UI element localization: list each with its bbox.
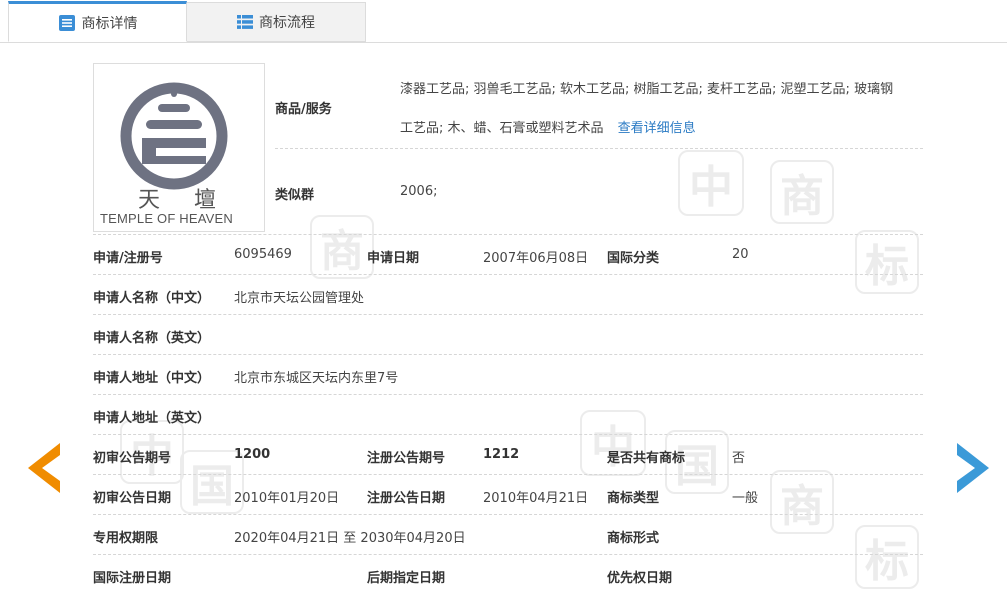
- validity-label: 专用权期限: [93, 531, 159, 546]
- shared-value: 否: [732, 451, 746, 466]
- watermark-char: 中: [678, 150, 744, 216]
- trademark-image: 天 壇 TEMPLE OF HEAVEN: [93, 63, 265, 232]
- divider: [93, 474, 923, 475]
- prelim-date-label: 初审公告日期: [93, 491, 172, 506]
- watermark-char: 商: [770, 470, 834, 534]
- prelim-issue-value: 1200: [234, 447, 271, 462]
- reg-date-label: 注册公告日期: [367, 491, 446, 506]
- intl-reg-date-label: 国际注册日期: [93, 571, 172, 586]
- logo-text: TEMPLE OF HEAVEN: [100, 211, 233, 226]
- goods-line-2: 工艺品; 木、蜡、石膏或塑料艺术品 查看详细信息: [400, 117, 696, 136]
- divider: [93, 274, 923, 275]
- divider: [275, 148, 923, 149]
- applicant-cn-value: 北京市天坛公园管理处: [234, 291, 365, 306]
- watermark-char: 中: [580, 410, 646, 476]
- intl-class-label: 国际分类: [607, 251, 660, 266]
- validity-value: 2020年04月21日 至 2030年04月20日: [234, 531, 466, 546]
- grid-list-icon: [237, 14, 253, 30]
- divider: [93, 514, 923, 515]
- watermark-char: 标: [855, 230, 919, 294]
- prelim-date-value: 2010年01月20日: [234, 491, 340, 506]
- reg-no-label: 申请/注册号: [93, 251, 163, 266]
- address-cn-value: 北京市东城区天坛内东里7号: [234, 371, 399, 386]
- priority-date-label: 优先权日期: [607, 571, 673, 586]
- temple-of-heaven-logo-icon: [120, 82, 228, 190]
- logo-char-2: 壇: [194, 188, 217, 213]
- divider: [93, 554, 923, 555]
- reg-issue-label: 注册公告期号: [367, 451, 446, 466]
- next-arrow-button[interactable]: [955, 443, 989, 497]
- intl-class-value: 20: [732, 247, 749, 262]
- similar-group-value: 2006;: [400, 184, 438, 199]
- apply-date-label: 申请日期: [367, 251, 420, 266]
- chevron-left-icon: [28, 443, 60, 493]
- applicant-cn-label: 申请人名称（中文）: [93, 291, 211, 306]
- view-details-link[interactable]: 查看详细信息: [618, 121, 696, 136]
- tab-label: 商标详情: [81, 15, 138, 32]
- applicant-en-label: 申请人名称（英文）: [93, 331, 211, 346]
- divider: [93, 314, 923, 315]
- mark-type-value: 一般: [732, 491, 759, 506]
- list-icon: [58, 14, 76, 32]
- reg-no-value: 6095469: [234, 247, 292, 262]
- prev-arrow-button[interactable]: [28, 443, 62, 497]
- logo-char-1: 天: [138, 188, 161, 213]
- apply-date-value: 2007年06月08日: [483, 251, 589, 266]
- divider: [93, 394, 923, 395]
- reg-issue-value: 1212: [483, 447, 520, 462]
- tab-trademark-details[interactable]: 商标详情: [8, 1, 187, 42]
- mark-type-label: 商标类型: [607, 491, 660, 506]
- shared-label: 是否共有商标: [607, 451, 686, 466]
- mark-form-label: 商标形式: [607, 531, 660, 546]
- watermark-char: 商: [770, 160, 834, 224]
- goods-text: 工艺品; 木、蜡、石膏或塑料艺术品: [400, 121, 604, 136]
- address-en-label: 申请人地址（英文）: [93, 411, 211, 426]
- tab-bar: 商标详情 商标流程: [0, 0, 1007, 43]
- divider: [93, 434, 923, 435]
- divider: [93, 354, 923, 355]
- address-cn-label: 申请人地址（中文）: [93, 371, 211, 386]
- chevron-right-icon: [957, 443, 989, 493]
- goods-line-1: 漆器工艺品; 羽兽毛工艺品; 软木工艺品; 树脂工艺品; 麦杆工艺品; 泥塑工艺…: [400, 82, 894, 97]
- watermark-char: 商: [310, 215, 374, 279]
- tab-trademark-process[interactable]: 商标流程: [187, 2, 366, 42]
- later-designation-label: 后期指定日期: [367, 571, 446, 586]
- watermark-char: 标: [855, 525, 919, 589]
- prelim-issue-label: 初审公告期号: [93, 451, 172, 466]
- tab-label: 商标流程: [259, 15, 315, 31]
- similar-group-label: 类似群: [275, 188, 315, 203]
- divider: [93, 234, 923, 235]
- reg-date-value: 2010年04月21日: [483, 491, 589, 506]
- goods-label: 商品/服务: [275, 102, 332, 117]
